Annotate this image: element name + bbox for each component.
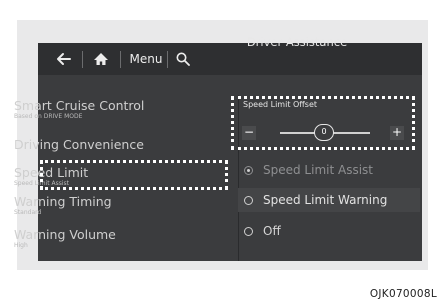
menu-item-sublabel: Standard bbox=[14, 209, 42, 216]
menu-item-driving-convenience[interactable]: Driving Convenience bbox=[14, 138, 144, 152]
menu-item-label: Warning Timing bbox=[14, 194, 112, 209]
figure-code: OJK070008L bbox=[369, 288, 437, 300]
highlight-speed-limit-box bbox=[40, 160, 228, 190]
toolbar-separator bbox=[82, 51, 83, 68]
option-speed-limit-warning[interactable]: Speed Limit Warning bbox=[244, 193, 387, 207]
option-speed-limit-assist[interactable]: Speed Limit Assist bbox=[244, 163, 373, 177]
back-button[interactable] bbox=[50, 43, 76, 75]
option-label: Off bbox=[263, 224, 281, 238]
option-label: Speed Limit Assist bbox=[263, 163, 373, 177]
option-label: Speed Limit Warning bbox=[263, 193, 388, 207]
radio-icon bbox=[244, 195, 253, 205]
search-icon bbox=[176, 52, 190, 66]
menu-item-label: Driving Convenience bbox=[14, 137, 144, 152]
menu-item-warning-timing[interactable]: Warning Timing Standard bbox=[14, 195, 112, 217]
back-arrow-icon bbox=[57, 53, 71, 65]
option-off[interactable]: Off bbox=[244, 224, 281, 238]
menu-item-sublabel: Based on DRIVE MODE bbox=[14, 113, 83, 120]
search-button[interactable] bbox=[171, 43, 195, 75]
page-title: Driver Assistance bbox=[246, 35, 348, 49]
radio-icon bbox=[244, 226, 253, 236]
menu-item-sublabel: High bbox=[14, 242, 28, 249]
menu-button[interactable]: Menu bbox=[126, 43, 166, 75]
menu-item-label: Smart Cruise Control bbox=[14, 98, 145, 113]
menu-item-smart-cruise-control[interactable]: Smart Cruise Control Based on DRIVE MODE bbox=[14, 99, 144, 121]
toolbar-separator bbox=[120, 51, 121, 68]
home-icon bbox=[94, 53, 108, 65]
radio-selected-icon bbox=[244, 165, 253, 175]
menu-item-label: Warning Volume bbox=[14, 227, 116, 242]
toolbar-separator bbox=[167, 51, 168, 68]
highlight-offset-box bbox=[231, 96, 415, 150]
home-button[interactable] bbox=[88, 43, 114, 75]
menu-item-warning-volume[interactable]: Warning Volume High bbox=[14, 228, 116, 250]
